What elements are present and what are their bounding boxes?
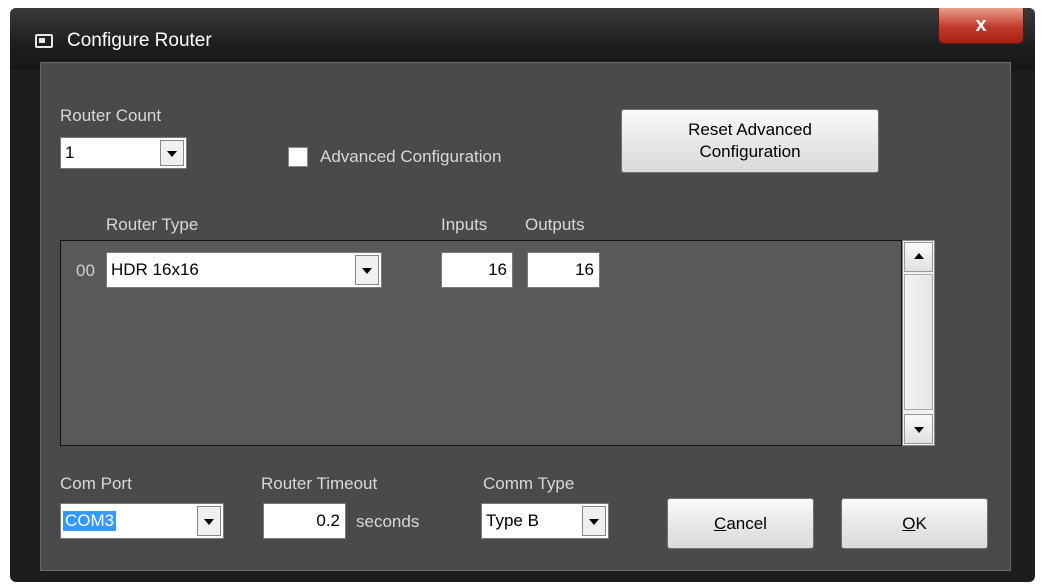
com-port-value: COM3 bbox=[63, 511, 117, 531]
comm-type-label: Comm Type bbox=[483, 474, 575, 493]
cancel-accelerator: C bbox=[714, 514, 727, 533]
ok-accelerator: O bbox=[902, 514, 916, 533]
window-title: Configure Router bbox=[67, 30, 212, 51]
ok-button[interactable]: OK bbox=[841, 498, 988, 549]
chevron-down-icon[interactable] bbox=[582, 506, 606, 536]
router-timeout-unit: seconds bbox=[356, 512, 420, 531]
close-icon: x bbox=[975, 14, 987, 36]
router-list-scrollbar[interactable] bbox=[902, 240, 935, 446]
router-timeout-field[interactable]: 0.2 bbox=[263, 503, 346, 539]
ok-label: K bbox=[915, 514, 927, 533]
comm-type-select[interactable]: Type B bbox=[481, 503, 609, 539]
comm-type-value: Type B bbox=[486, 511, 539, 530]
close-button[interactable]: x bbox=[938, 8, 1024, 44]
router-count-select[interactable]: 1 bbox=[60, 137, 187, 169]
router-count-label: Router Count bbox=[60, 106, 162, 125]
scroll-down-icon[interactable] bbox=[904, 414, 933, 444]
router-row-index: 00 bbox=[76, 261, 95, 280]
title-bar[interactable]: Configure Router bbox=[10, 8, 1035, 70]
outputs-header: Outputs bbox=[525, 215, 585, 234]
cancel-label: ancel bbox=[726, 514, 767, 533]
chevron-down-icon[interactable] bbox=[197, 506, 221, 536]
outputs-field[interactable]: 16 bbox=[527, 252, 600, 288]
router-type-select[interactable]: HDR 16x16 bbox=[106, 252, 382, 288]
chevron-down-icon[interactable] bbox=[355, 255, 379, 285]
reset-button-line2: Configuration bbox=[699, 142, 801, 161]
reset-advanced-configuration-button[interactable]: Reset Advanced Configuration bbox=[621, 109, 879, 173]
advanced-configuration-label[interactable]: Advanced Configuration bbox=[320, 147, 501, 167]
router-type-header: Router Type bbox=[106, 215, 199, 234]
reset-button-line1: Reset Advanced bbox=[688, 120, 812, 139]
inputs-field[interactable]: 16 bbox=[441, 252, 513, 288]
router-count-value: 1 bbox=[65, 143, 75, 162]
cancel-button[interactable]: Cancel bbox=[667, 498, 814, 549]
chevron-down-icon[interactable] bbox=[160, 140, 184, 166]
scroll-up-icon[interactable] bbox=[904, 242, 933, 272]
router-timeout-label: Router Timeout bbox=[261, 474, 378, 493]
scrollbar-thumb[interactable] bbox=[904, 274, 933, 410]
inputs-header: Inputs bbox=[441, 215, 488, 234]
advanced-configuration-checkbox[interactable] bbox=[288, 147, 308, 167]
com-port-select[interactable]: COM3 bbox=[60, 503, 224, 539]
app-window-icon bbox=[35, 34, 53, 48]
com-port-label: Com Port bbox=[60, 474, 132, 493]
router-type-value: HDR 16x16 bbox=[111, 260, 199, 279]
